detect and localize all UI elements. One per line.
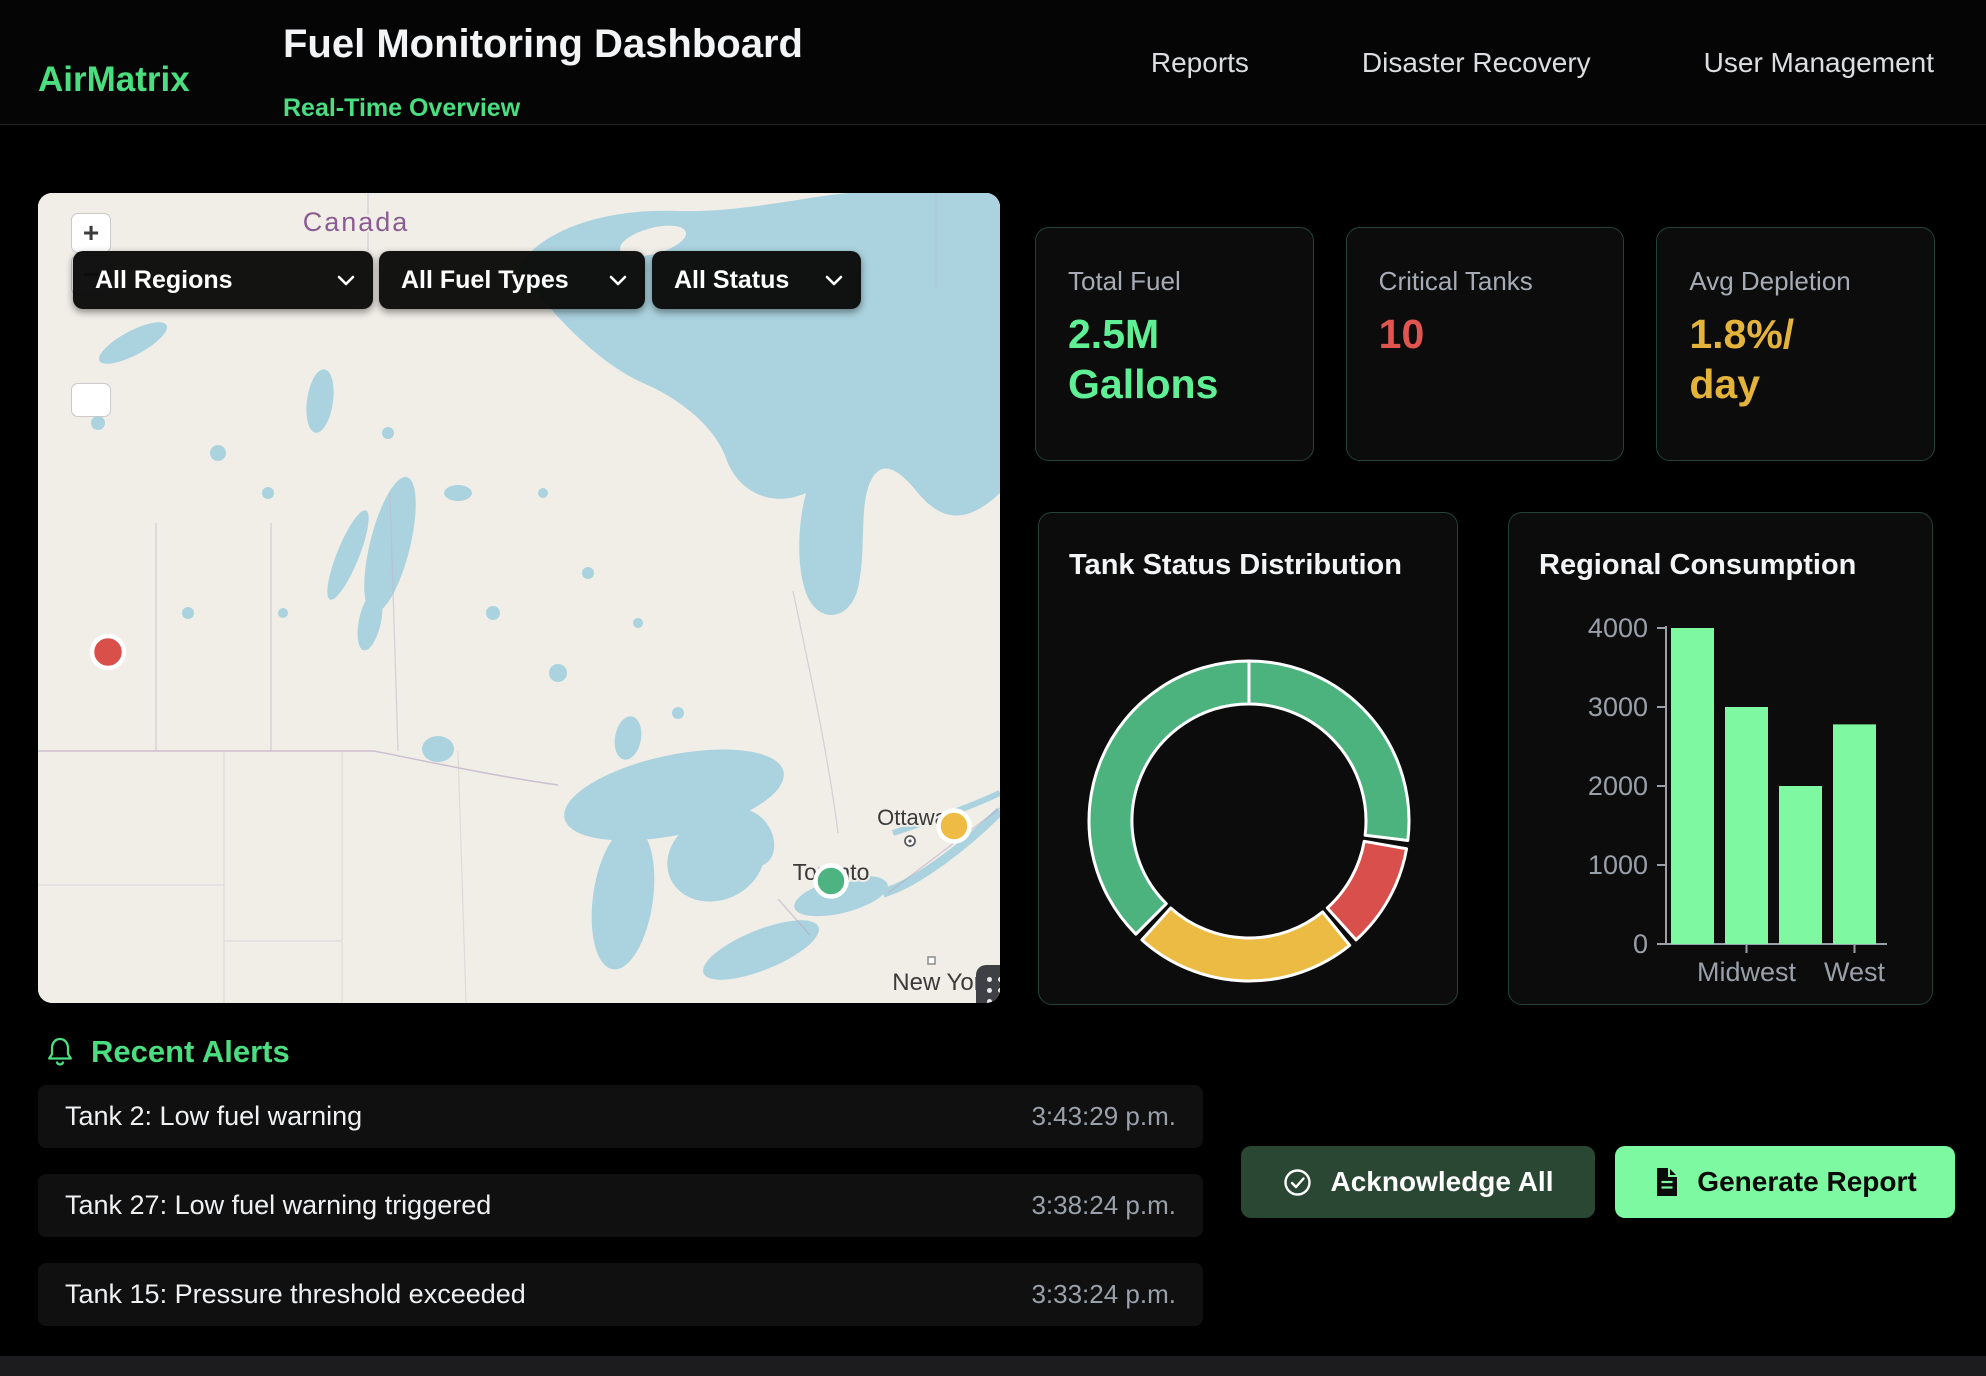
alert-time: 3:38:24 p.m. xyxy=(1031,1190,1176,1221)
svg-text:0: 0 xyxy=(1633,929,1648,959)
alert-message: Tank 27: Low fuel warning triggered xyxy=(65,1190,491,1221)
status-filter-value: All Status xyxy=(674,266,789,295)
regional-consumption-card: Regional Consumption 01000200030004000Mi… xyxy=(1508,512,1933,1005)
chevron-down-icon xyxy=(337,275,355,286)
nav-reports[interactable]: Reports xyxy=(1151,47,1249,79)
tank-status-donut-chart xyxy=(1081,653,1417,989)
svg-text:4000: 4000 xyxy=(1588,613,1648,643)
alert-row[interactable]: Tank 2: Low fuel warning 3:43:29 p.m. xyxy=(38,1085,1203,1148)
fuel-monitoring-dashboard: AirMatrix Fuel Monitoring Dashboard Real… xyxy=(0,0,1986,1376)
alert-time: 3:33:24 p.m. xyxy=(1031,1279,1176,1310)
tank-marker-warning[interactable] xyxy=(939,811,970,842)
country-label: Canada xyxy=(303,207,410,237)
generate-report-label: Generate Report xyxy=(1697,1166,1916,1198)
page-subtitle: Real-Time Overview xyxy=(283,94,520,123)
bell-icon xyxy=(45,1036,75,1068)
chevron-down-icon xyxy=(609,275,627,286)
tank-status-card: Tank Status Distribution xyxy=(1038,512,1458,1005)
alert-message: Tank 15: Pressure threshold exceeded xyxy=(65,1279,526,1310)
chevron-down-icon xyxy=(825,275,843,286)
map-resize-handle[interactable] xyxy=(976,965,1000,1003)
check-circle-icon xyxy=(1282,1167,1313,1198)
svg-text:West: West xyxy=(1824,957,1886,987)
nav-user-management[interactable]: User Management xyxy=(1704,47,1934,79)
main-nav: Reports Disaster Recovery User Managemen… xyxy=(1151,0,1934,125)
alerts-title: Recent Alerts xyxy=(91,1034,290,1070)
region-filter-value: All Regions xyxy=(95,266,233,295)
tank-map-panel: Canada Ottawa Toronto New York + − All R… xyxy=(38,193,1000,1003)
stat-card-total-fuel: Total Fuel 2.5MGallons xyxy=(1035,227,1314,461)
tank-marker-normal[interactable] xyxy=(816,866,847,897)
region-filter-select[interactable]: All Regions xyxy=(73,251,373,309)
alert-row[interactable]: Tank 27: Low fuel warning triggered 3:38… xyxy=(38,1174,1203,1237)
stat-card-critical-tanks: Critical Tanks 10 xyxy=(1346,227,1625,461)
stat-value: 10 xyxy=(1379,309,1592,359)
alert-time: 3:43:29 p.m. xyxy=(1031,1101,1176,1132)
stat-value: 1.8%/day xyxy=(1689,309,1902,409)
svg-text:Midwest: Midwest xyxy=(1697,957,1797,987)
alert-row[interactable]: Tank 15: Pressure threshold exceeded 3:3… xyxy=(38,1263,1203,1326)
map-control-partial[interactable] xyxy=(71,383,111,417)
app-header: AirMatrix Fuel Monitoring Dashboard Real… xyxy=(0,0,1986,125)
stat-label: Critical Tanks xyxy=(1379,266,1592,297)
grip-dots-icon xyxy=(987,977,1000,1003)
fuel-type-filter-value: All Fuel Types xyxy=(401,266,569,295)
stat-label: Avg Depletion xyxy=(1689,266,1902,297)
page-title: Fuel Monitoring Dashboard xyxy=(283,22,803,67)
generate-report-button[interactable]: Generate Report xyxy=(1615,1146,1955,1218)
bottom-bar xyxy=(0,1356,1986,1376)
svg-text:3000: 3000 xyxy=(1588,692,1648,722)
donut-chart-title: Tank Status Distribution xyxy=(1069,549,1402,582)
fuel-type-filter-select[interactable]: All Fuel Types xyxy=(379,251,645,309)
status-filter-select[interactable]: All Status xyxy=(652,251,861,309)
svg-text:2000: 2000 xyxy=(1588,771,1648,801)
brand-logo: AirMatrix xyxy=(38,60,190,100)
nav-disaster-recovery[interactable]: Disaster Recovery xyxy=(1362,47,1591,79)
alerts-header: Recent Alerts xyxy=(45,1034,290,1070)
svg-text:1000: 1000 xyxy=(1588,850,1648,880)
alert-message: Tank 2: Low fuel warning xyxy=(65,1101,362,1132)
regional-consumption-bar-chart: 0 1000 2000 3000 4000 Midwest West xyxy=(1509,513,1934,1006)
map-canvas[interactable]: Canada Ottawa Toronto New York xyxy=(38,193,1000,1003)
stat-value: 2.5MGallons xyxy=(1068,309,1281,409)
acknowledge-all-label: Acknowledge All xyxy=(1330,1166,1553,1198)
stat-label: Total Fuel xyxy=(1068,266,1281,297)
stat-card-avg-depletion: Avg Depletion 1.8%/day xyxy=(1656,227,1935,461)
stat-cards: Total Fuel 2.5MGallons Critical Tanks 10… xyxy=(1035,227,1935,461)
document-icon xyxy=(1653,1166,1680,1198)
tank-marker-critical[interactable] xyxy=(92,636,124,668)
acknowledge-all-button[interactable]: Acknowledge All xyxy=(1241,1146,1595,1218)
zoom-in-button[interactable]: + xyxy=(71,213,111,253)
